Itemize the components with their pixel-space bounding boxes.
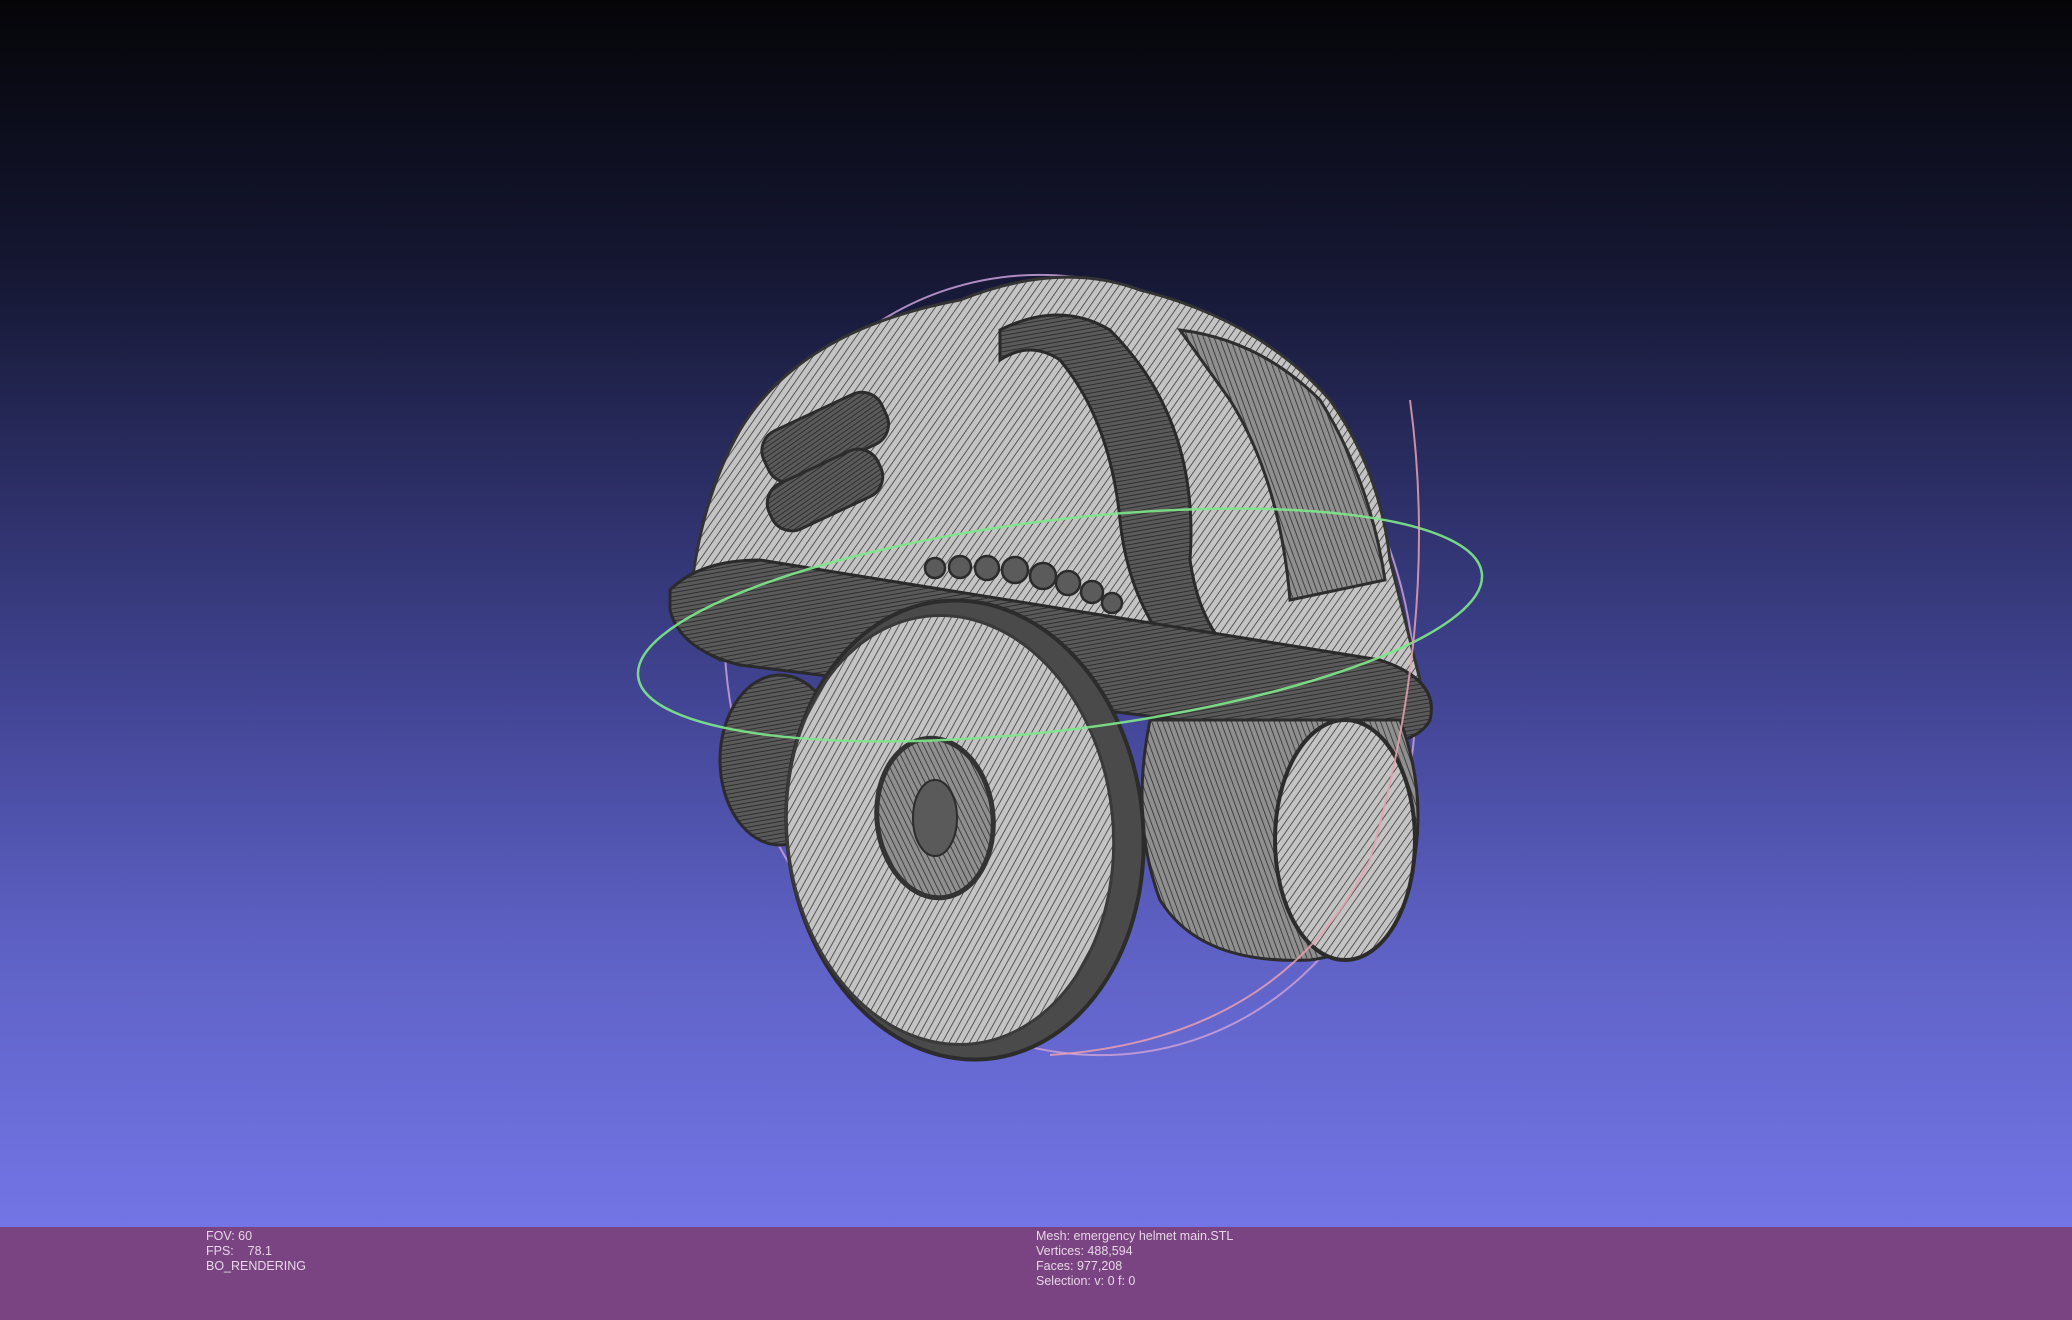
mesh-info: Mesh: emergency helmet main.STL Vertices… [1036, 1229, 1233, 1289]
mesh-body [668, 275, 1433, 1062]
faces-label: Faces: 977,208 [1036, 1259, 1123, 1273]
render-info: FOV: 60 FPS: 78.1 BO_RENDERING [206, 1229, 306, 1274]
selection-label: Selection: v: 0 f: 0 [1036, 1274, 1136, 1288]
fps-label: FPS: 78.1 [206, 1244, 273, 1258]
mesh-name-label: Mesh: emergency helmet main.STL [1036, 1229, 1234, 1243]
wireframe-model-render[interactable] [0, 0, 2072, 1227]
fov-label: FOV: 60 [206, 1229, 253, 1243]
rendering-mode-label: BO_RENDERING [206, 1259, 307, 1273]
vertices-label: Vertices: 488,594 [1036, 1244, 1133, 1258]
3d-viewport[interactable] [0, 0, 2072, 1227]
status-bar: FOV: 60 FPS: 78.1 BO_RENDERING Mesh: eme… [0, 1227, 2072, 1320]
